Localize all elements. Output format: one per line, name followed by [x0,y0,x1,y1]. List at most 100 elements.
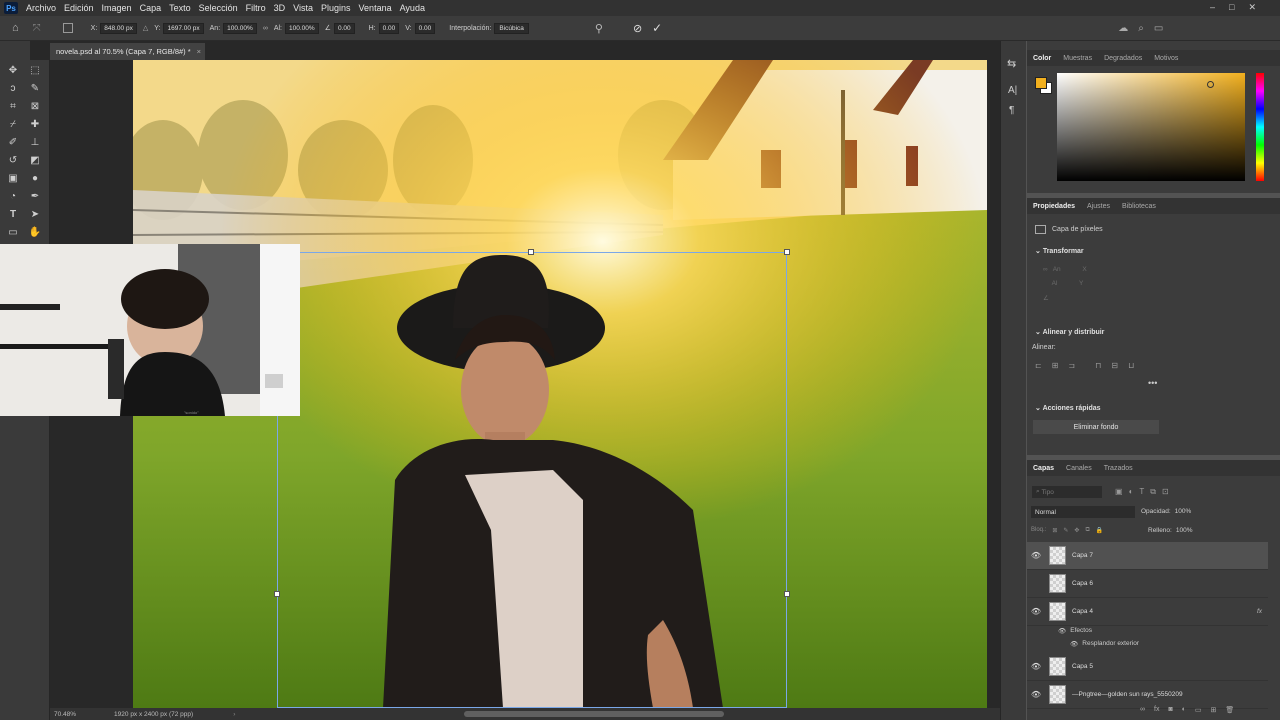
outer-glow-eye-icon[interactable]: 👁 [1070,640,1078,648]
menu-plugins[interactable]: Plugins [321,3,351,13]
vskew-input[interactable]: 0.00 [414,22,436,34]
lasso-tool-icon[interactable]: ↄ [6,81,20,95]
move-tool-preset-icon[interactable]: ⤧ [33,23,41,34]
zoom-level[interactable]: 70.48% [54,711,76,718]
brush-tool-icon[interactable]: ✐ [6,135,20,149]
menu-vista[interactable]: Vista [293,3,313,13]
align-top-icon[interactable]: ⊓ [1095,361,1101,370]
height-input[interactable]: 100.00% [285,22,319,34]
tab-degradados[interactable]: Degradados [1098,55,1148,62]
menu-seleccion[interactable]: Selección [199,3,238,13]
y-input[interactable]: 1697.00 px [163,22,204,34]
fill-field[interactable]: Relleno: 100% [1148,527,1192,534]
hskew-input[interactable]: 0.00 [378,22,400,34]
filter-type-icon[interactable]: T [1139,487,1144,497]
dodge-tool-icon[interactable]: ◔ [6,189,20,203]
width-field[interactable]: An: 100.00% [210,22,257,34]
layer-row-capa-4[interactable]: 👁 Capa 4 fx [1027,598,1268,626]
marquee-tool-icon[interactable]: ⬚ [28,63,42,77]
vskew-field[interactable]: V: 0.00 [405,22,436,34]
filter-pixel-icon[interactable]: ▣ [1115,487,1123,497]
blend-mode-select[interactable]: Normal [1031,506,1135,518]
angle-input[interactable]: 0.00 [333,22,355,34]
transform-bounding-box[interactable] [277,252,787,708]
height-field[interactable]: Al: 100.00% [274,22,319,34]
filter-shape-icon[interactable]: ⧉ [1150,487,1156,497]
tab-trazados[interactable]: Trazados [1098,465,1139,472]
home-icon[interactable]: ⌂ [12,22,19,34]
remove-background-button[interactable]: Eliminar fondo [1033,420,1159,434]
new-adjustment-icon[interactable]: ◐ [1182,706,1186,714]
cloud-icon[interactable]: ☁ [1118,23,1128,34]
align-left-icon[interactable]: ⊏ [1035,361,1042,370]
menu-texto[interactable]: Texto [169,3,191,13]
pen-tool-icon[interactable]: ✒ [28,189,42,203]
minimize-icon[interactable]: – [1210,2,1215,14]
new-group-icon[interactable]: ▭ [1195,706,1202,714]
x-field[interactable]: X: 848.00 px [91,22,137,34]
visibility-eye-icon[interactable]: 👁 [1027,662,1045,671]
menu-ayuda[interactable]: Ayuda [400,3,425,13]
transform-section-header[interactable]: ⌄ Transformar [1035,247,1084,255]
transform-handle-top[interactable] [528,249,534,255]
clone-stamp-tool-icon[interactable]: ⊥ [28,135,42,149]
crop-tool-icon[interactable]: ⌗ [6,99,20,113]
chain-link-icon[interactable]: ∞ [263,25,268,32]
reference-point-icon[interactable] [62,23,73,33]
tab-bibliotecas[interactable]: Bibliotecas [1116,203,1162,210]
tab-color[interactable]: Color [1027,55,1057,62]
layer-row-capa-7[interactable]: 👁 Capa 7 [1027,542,1268,570]
close-tab-icon[interactable]: × [197,47,201,56]
photoshop-logo-icon[interactable]: Ps [4,2,18,14]
align-middle-v-icon[interactable]: ⊟ [1111,361,1118,370]
effects-row[interactable]: 👁 Efectos [1058,627,1092,635]
width-input[interactable]: 100.00% [223,22,257,34]
tab-capas[interactable]: Capas [1027,465,1060,472]
opacity-field[interactable]: Opacidad: 100% [1141,508,1191,515]
move-tool-icon[interactable]: ✥ [6,63,20,77]
quick-actions-header[interactable]: ⌄ Acciones rápidas [1035,404,1101,412]
x-input[interactable]: 848.00 px [100,22,137,34]
character-panel-icon[interactable]: A| [1008,85,1017,96]
interpolation-select[interactable]: Bicúbica [494,22,529,34]
gradient-tool-icon[interactable]: ▣ [6,171,20,185]
filter-smart-object-icon[interactable]: ⊡ [1162,487,1169,497]
align-section-header[interactable]: ⌄ Alinear y distribuir [1035,328,1104,336]
menu-capa[interactable]: Capa [140,3,162,13]
tab-muestras[interactable]: Muestras [1057,55,1098,62]
layer-row-sun-rays[interactable]: 👁 —Pngtree—golden sun rays_5550209 [1027,681,1268,709]
frame-tool-icon[interactable]: ⊠ [28,99,42,113]
interpolation-field[interactable]: Interpolación: Bicúbica [449,22,529,34]
layer-row-capa-6[interactable]: Capa 6 [1027,570,1268,598]
hue-slider[interactable] [1256,73,1264,181]
hskew-field[interactable]: H: 0.00 [369,22,400,34]
menu-3d[interactable]: 3D [274,3,286,13]
lock-artboard-icon[interactable]: ⧉ [1085,527,1089,534]
align-center-h-icon[interactable]: ⊞ [1052,361,1059,370]
status-arrow-icon[interactable]: › [233,711,235,718]
link-layers-icon[interactable]: ∞ [1140,706,1145,714]
layer-row-capa-5[interactable]: 👁 Capa 5 [1027,653,1268,681]
layer-effects-fx-icon[interactable]: fx [1257,608,1262,615]
blur-tool-icon[interactable]: ● [28,171,42,185]
filter-adjustment-icon[interactable]: ◐ [1129,487,1134,497]
fill-input[interactable]: 100% [1176,527,1193,534]
type-tool-icon[interactable]: T [6,207,20,221]
lock-transparent-icon[interactable]: ⊠ [1052,527,1057,534]
menu-archivo[interactable]: Archivo [26,3,56,13]
menu-ventana[interactable]: Ventana [359,3,392,13]
search-icon[interactable]: ⌕ [1138,23,1144,34]
history-panel-icon[interactable]: ⇆ [1007,57,1016,70]
foreground-color-swatch[interactable] [1035,77,1047,89]
commit-transform-icon[interactable]: ✓ [652,21,662,35]
rectangle-tool-icon[interactable]: ▭ [6,225,20,239]
lock-all-icon[interactable]: 🔒 [1096,527,1103,534]
opacity-input[interactable]: 100% [1175,508,1192,515]
visibility-eye-icon[interactable]: 👁 [1027,607,1045,616]
delete-layer-icon[interactable]: 🗑 [1225,706,1234,714]
path-selection-tool-icon[interactable]: ➤ [28,207,42,221]
horizontal-scrollbar[interactable] [464,711,724,717]
hand-tool-icon[interactable]: ✋ [28,225,42,239]
angle-field[interactable]: ∠ 0.00 [325,22,355,34]
menu-edicion[interactable]: Edición [64,3,94,13]
